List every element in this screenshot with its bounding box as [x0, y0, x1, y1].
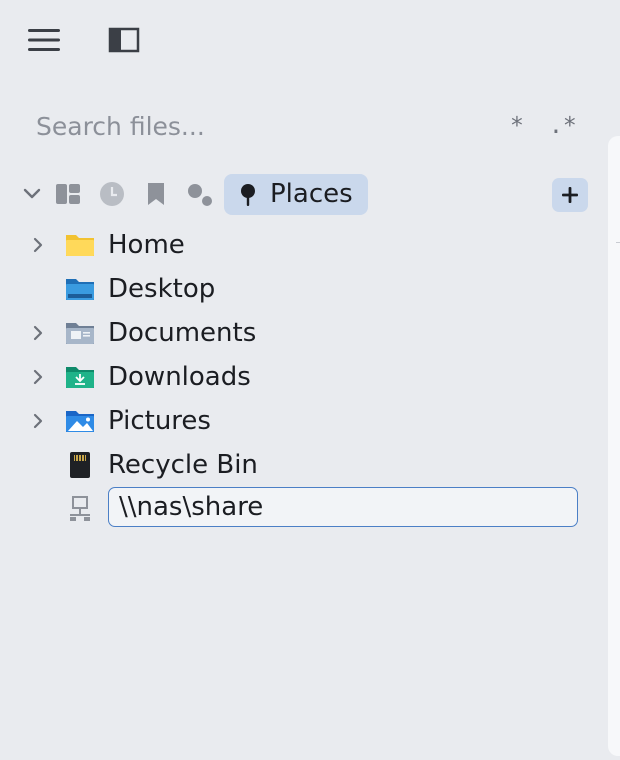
places-tab-label: Places	[270, 179, 353, 209]
expand-chevron-icon[interactable]	[28, 323, 48, 343]
expand-chevron-icon[interactable]	[28, 235, 48, 255]
place-label: Recycle Bin	[108, 450, 258, 480]
file-manager-sidebar: * .* Places	[0, 0, 620, 760]
expand-chevron-icon[interactable]	[28, 367, 48, 387]
place-row-downloads[interactable]: Downloads	[0, 355, 600, 399]
toggle-sidebar-button[interactable]	[104, 22, 144, 58]
plus-icon	[562, 187, 578, 203]
glob-match-toggle[interactable]: *	[510, 108, 524, 144]
expand-chevron-icon[interactable]	[28, 411, 48, 431]
home-folder-icon	[66, 235, 94, 256]
collapse-button[interactable]	[16, 178, 48, 210]
network-path-input[interactable]	[108, 487, 578, 527]
recent-button[interactable]	[96, 178, 128, 210]
recycle-bin-icon	[70, 452, 90, 478]
grid-view-icon	[56, 184, 80, 204]
place-label: Downloads	[108, 362, 251, 392]
pictures-folder-icon	[66, 411, 94, 432]
downloads-folder-icon	[66, 367, 94, 388]
grid-view-button[interactable]	[52, 178, 84, 210]
panel-divider-tick	[616, 242, 620, 243]
tags-icon	[188, 184, 212, 206]
place-row-documents[interactable]: Documents	[0, 311, 600, 355]
sidebar-toggle-icon	[108, 27, 140, 53]
place-label: Documents	[108, 318, 257, 348]
menu-button[interactable]	[24, 22, 64, 58]
place-row-home[interactable]: Home	[0, 223, 600, 267]
place-label: Home	[108, 230, 185, 260]
pin-icon	[241, 184, 255, 206]
bookmark-icon	[148, 183, 164, 205]
place-row-pictures[interactable]: Pictures	[0, 399, 600, 443]
regex-match-toggle[interactable]: .*	[549, 108, 577, 144]
network-share-icon	[70, 496, 90, 521]
hamburger-menu-icon	[28, 29, 60, 51]
add-place-button[interactable]	[552, 178, 588, 212]
place-label: Pictures	[108, 406, 211, 436]
documents-folder-icon	[66, 323, 94, 344]
desktop-folder-icon	[66, 279, 94, 300]
place-label: Desktop	[108, 274, 216, 304]
places-tab[interactable]: Places	[224, 174, 368, 215]
content-panel-edge	[608, 136, 620, 756]
place-row-desktop[interactable]: Desktop	[0, 267, 600, 311]
search-input[interactable]	[36, 106, 476, 146]
tags-button[interactable]	[184, 178, 216, 210]
bookmarks-button[interactable]	[140, 178, 172, 210]
recent-clock-icon	[100, 182, 124, 206]
collapse-chevron-icon	[23, 188, 41, 199]
place-row-recycle-bin[interactable]: Recycle Bin	[0, 443, 600, 487]
